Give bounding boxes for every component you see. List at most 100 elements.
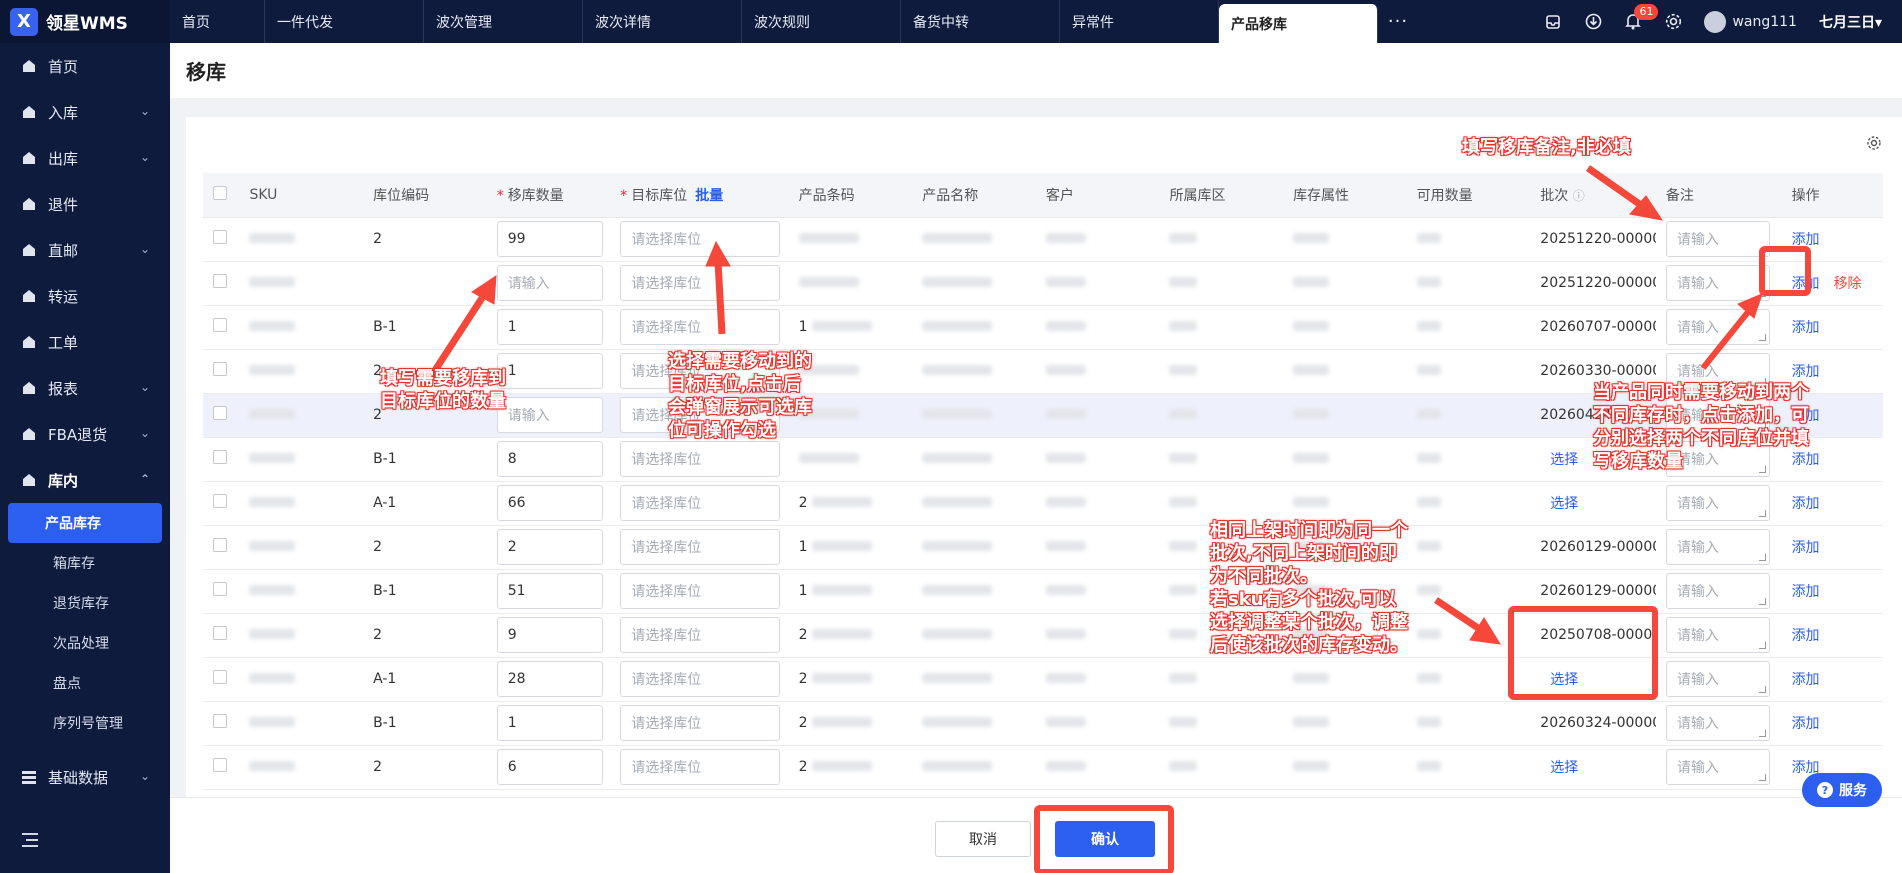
download-icon[interactable] — [1584, 13, 1602, 31]
row-checkbox[interactable] — [213, 274, 227, 288]
row-checkbox[interactable] — [213, 758, 227, 772]
note-input[interactable]: 请输入 — [1665, 309, 1770, 345]
row-checkbox[interactable] — [213, 626, 227, 640]
row-check-cell[interactable] — [203, 657, 240, 702]
sidebar-item-4[interactable]: 直邮 ⌄ — [0, 227, 170, 273]
sidebar-subitem-5[interactable]: 序列号管理 — [8, 703, 162, 743]
row-check-cell[interactable] — [203, 305, 240, 350]
note-input[interactable]: 请输入 — [1665, 265, 1770, 301]
sidebar-subitem-4[interactable]: 盘点 — [8, 663, 162, 703]
target-location-select[interactable]: 请选择库位 — [620, 529, 781, 565]
row-checkbox[interactable] — [213, 714, 227, 728]
add-link[interactable]: 添加 — [1792, 628, 1820, 644]
bell-icon[interactable]: 61 — [1624, 3, 1659, 31]
add-link[interactable]: 添加 — [1792, 584, 1820, 600]
note-input[interactable]: 请输入 — [1665, 573, 1770, 609]
note-input[interactable]: 请输入 — [1665, 617, 1770, 653]
add-link[interactable]: 添加 — [1792, 672, 1820, 688]
user-menu[interactable]: wang111 — [1704, 10, 1797, 33]
sidebar-item-basic-data[interactable]: 基础数据 ⌄ — [0, 754, 170, 800]
qty-input[interactable]: 2 — [496, 529, 603, 565]
row-check-cell[interactable] — [203, 745, 240, 790]
remove-link[interactable]: 移除 — [1834, 276, 1862, 292]
target-location-select[interactable]: 请选择库位 — [620, 485, 781, 521]
qty-input[interactable]: 51 — [496, 573, 603, 609]
sidebar-subitem-0[interactable]: 产品库存 — [8, 503, 162, 543]
more-tabs-button[interactable]: ··· — [1378, 11, 1418, 32]
target-location-select[interactable]: 请选择库位 — [620, 221, 781, 257]
cancel-button[interactable]: 取消 — [935, 821, 1031, 857]
select-batch-link[interactable]: 选择 — [1550, 760, 1578, 776]
add-link[interactable]: 添加 — [1792, 320, 1820, 336]
row-checkbox[interactable] — [213, 494, 227, 508]
qty-input[interactable]: 1 — [496, 353, 603, 389]
row-check-cell[interactable] — [203, 393, 240, 438]
note-input[interactable]: 请输入 — [1665, 529, 1770, 565]
gear-icon[interactable] — [1664, 13, 1682, 31]
app-logo[interactable]: X 领星WMS — [0, 0, 170, 43]
note-input[interactable]: 请输入 — [1665, 221, 1770, 257]
row-checkbox[interactable] — [213, 362, 227, 376]
row-check-cell[interactable] — [203, 525, 240, 570]
row-check-cell[interactable] — [203, 613, 240, 658]
row-checkbox[interactable] — [213, 406, 227, 420]
row-checkbox[interactable] — [213, 230, 227, 244]
tab-3[interactable]: 波次详情 — [583, 0, 742, 43]
column-settings-icon[interactable] — [1866, 135, 1882, 155]
row-checkbox[interactable] — [213, 670, 227, 684]
tab-1[interactable]: 一件代发 — [265, 0, 424, 43]
sidebar-item-9[interactable]: 库内 ⌃ — [0, 457, 170, 503]
sidebar-subitem-2[interactable]: 退货库存 — [8, 583, 162, 623]
sidebar-item-8[interactable]: FBA退货 ⌄ — [0, 411, 170, 457]
target-location-select[interactable]: 请选择库位 — [620, 441, 781, 477]
qty-input[interactable]: 28 — [496, 661, 603, 697]
tab-4[interactable]: 波次规则 — [742, 0, 901, 43]
row-check-cell[interactable] — [203, 569, 240, 614]
note-input[interactable]: 请输入 — [1665, 705, 1770, 741]
batch-set-link[interactable]: 批量 — [695, 188, 723, 204]
sidebar-item-3[interactable]: 退件 — [0, 181, 170, 227]
sidebar-item-5[interactable]: 转运 — [0, 273, 170, 319]
qty-input[interactable]: 8 — [496, 441, 603, 477]
tab-0[interactable]: 首页 — [170, 0, 265, 43]
sidebar-item-7[interactable]: 报表 ⌄ — [0, 365, 170, 411]
target-location-select[interactable]: 请选择库位 — [620, 749, 781, 785]
target-location-select[interactable]: 请选择库位 — [620, 309, 781, 345]
select-all-cell[interactable] — [203, 173, 240, 218]
sidebar-item-2[interactable]: 出库 ⌄ — [0, 135, 170, 181]
add-link[interactable]: 添加 — [1792, 364, 1820, 380]
note-input[interactable]: 请输入 — [1665, 485, 1770, 521]
row-checkbox[interactable] — [213, 582, 227, 596]
select-all-checkbox[interactable] — [213, 185, 227, 200]
qty-input[interactable]: 9 — [496, 617, 603, 653]
row-check-cell[interactable] — [203, 261, 240, 306]
collapse-menu-icon[interactable] — [22, 829, 40, 853]
qty-input[interactable]: 6 — [496, 749, 603, 785]
row-check-cell[interactable] — [203, 217, 240, 262]
qty-input[interactable]: 1 — [496, 309, 603, 345]
tab-2[interactable]: 波次管理 — [424, 0, 583, 43]
sidebar-subitem-3[interactable]: 次品处理 — [8, 623, 162, 663]
row-checkbox[interactable] — [213, 538, 227, 552]
qty-input[interactable]: 请输入 — [496, 265, 603, 301]
sidebar-item-0[interactable]: 首页 — [0, 43, 170, 89]
tab-7[interactable]: 产品移库 — [1219, 4, 1378, 43]
row-check-cell[interactable] — [203, 349, 240, 394]
confirm-button[interactable]: 确认 — [1055, 821, 1155, 857]
target-location-select[interactable]: 请选择库位 — [620, 705, 781, 741]
row-checkbox[interactable] — [213, 318, 227, 332]
tab-5[interactable]: 备货中转 — [901, 0, 1060, 43]
service-button[interactable]: ? 服务 — [1802, 773, 1882, 807]
row-check-cell[interactable] — [203, 701, 240, 746]
sidebar-item-1[interactable]: 入库 ⌄ — [0, 89, 170, 135]
select-batch-link[interactable]: 选择 — [1550, 452, 1578, 468]
add-link[interactable]: 添加 — [1792, 540, 1820, 556]
qty-input[interactable]: 66 — [496, 485, 603, 521]
row-check-cell[interactable] — [203, 481, 240, 526]
note-input[interactable]: 请输入 — [1665, 749, 1770, 785]
select-batch-link[interactable]: 选择 — [1550, 496, 1578, 512]
language-select[interactable]: 七月三日▾ — [1819, 12, 1882, 32]
note-input[interactable]: 请输入 — [1665, 661, 1770, 697]
inbox-icon[interactable] — [1544, 13, 1562, 31]
add-link[interactable]: 添加 — [1792, 496, 1820, 512]
